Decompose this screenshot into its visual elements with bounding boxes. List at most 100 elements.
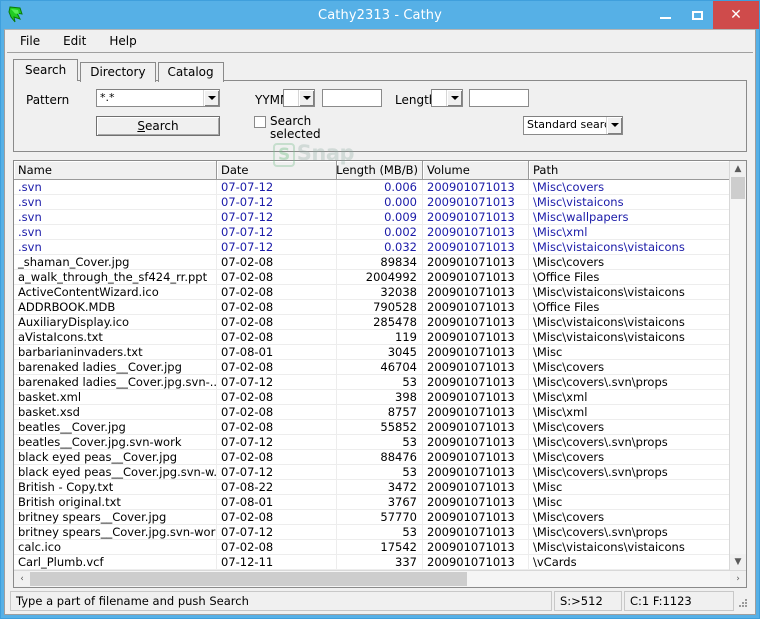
table-row[interactable]: black eyed peas__Cover.jpg.svn-w...07-07…: [14, 465, 729, 480]
table-row[interactable]: .svn07-07-120.002200901071013\Misc\xml: [14, 225, 729, 240]
tab-directory[interactable]: Directory: [80, 62, 155, 82]
cell-date: 07-02-08: [217, 540, 337, 554]
yymmdd-input[interactable]: [322, 89, 382, 107]
cell-name: .svn: [14, 225, 217, 239]
yymmdd-operator-combo[interactable]: [283, 89, 315, 107]
cell-volume: 200901071013: [423, 330, 529, 344]
cell-volume: 200901071013: [423, 435, 529, 449]
scroll-down-icon[interactable]: ▼: [730, 554, 746, 570]
search-selected-checkbox[interactable]: [254, 116, 266, 128]
cell-date: 07-07-12: [217, 465, 337, 479]
cell-volume: 200901071013: [423, 300, 529, 314]
horizontal-scrollbar-track[interactable]: [30, 571, 730, 587]
table-row[interactable]: barenaked ladies__Cover.jpg07-02-0846704…: [14, 360, 729, 375]
column-header-date[interactable]: Date: [217, 161, 337, 179]
cell-name: ActiveContentWizard.ico: [14, 285, 217, 299]
close-button[interactable]: ✕: [713, 1, 759, 29]
length-input[interactable]: [469, 89, 529, 107]
menu-item-help[interactable]: Help: [104, 32, 145, 50]
cell-volume: 200901071013: [423, 225, 529, 239]
chevron-down-icon[interactable]: [298, 90, 314, 106]
table-row[interactable]: black eyed peas__Cover.jpg07-02-08884762…: [14, 450, 729, 465]
cell-name: a_walk_through_the_sf424_rr.ppt: [14, 270, 217, 284]
table-row[interactable]: aVistaIcons.txt07-02-08119200901071013\M…: [14, 330, 729, 345]
table-row[interactable]: .svn07-07-120.000200901071013\Misc\vista…: [14, 195, 729, 210]
table-row[interactable]: britney spears__Cover.jpg07-02-085777020…: [14, 510, 729, 525]
table-row[interactable]: .svn07-07-120.032200901071013\Misc\vista…: [14, 240, 729, 255]
cell-volume: 200901071013: [423, 270, 529, 284]
search-button[interactable]: Search: [96, 116, 220, 136]
cell-date: 07-02-08: [217, 450, 337, 464]
column-header-length[interactable]: Length (MB/B): [337, 161, 423, 179]
results-columns-area: Name Date Length (MB/B) Volume Path .svn…: [14, 161, 729, 570]
cell-length: 53: [337, 525, 423, 539]
cell-path: \vCards: [529, 555, 729, 569]
menu-item-file[interactable]: File: [15, 32, 49, 50]
cell-path: \Misc\covers\.svn\props: [529, 435, 729, 449]
cell-path: \Misc\covers\.svn\props: [529, 375, 729, 389]
maximize-button[interactable]: [681, 1, 713, 29]
column-header-path[interactable]: Path: [529, 161, 729, 179]
horizontal-scrollbar-thumb[interactable]: [30, 572, 467, 586]
leaf-icon: [6, 4, 28, 26]
pattern-combo[interactable]: *.*: [96, 89, 220, 107]
table-row[interactable]: basket.xsd07-02-088757200901071013\Misc\…: [14, 405, 729, 420]
cell-path: \Office Files: [529, 270, 729, 284]
table-row[interactable]: British - Copy.txt07-08-2234722009010710…: [14, 480, 729, 495]
cell-path: \Office Files: [529, 300, 729, 314]
table-row[interactable]: beatles__Cover.jpg.svn-work07-07-1253200…: [14, 435, 729, 450]
chevron-down-icon[interactable]: [606, 117, 622, 134]
vertical-scrollbar-track[interactable]: [730, 177, 746, 554]
table-row[interactable]: .svn07-07-120.006200901071013\Misc\cover…: [14, 180, 729, 195]
resize-grip-icon[interactable]: [734, 591, 750, 611]
table-row[interactable]: _shaman_Cover.jpg07-02-08898342009010710…: [14, 255, 729, 270]
table-row[interactable]: britney spears__Cover.jpg.svn-work07-07-…: [14, 525, 729, 540]
cell-volume: 200901071013: [423, 540, 529, 554]
cell-date: 07-02-08: [217, 270, 337, 284]
table-row[interactable]: basket.xml07-02-08398200901071013\Misc\x…: [14, 390, 729, 405]
cell-path: \Misc\vistaicons\vistaicons: [529, 315, 729, 329]
table-row[interactable]: calc.ico07-02-0817542200901071013\Misc\v…: [14, 540, 729, 555]
table-row[interactable]: beatles__Cover.jpg07-02-0855852200901071…: [14, 420, 729, 435]
table-row[interactable]: Carl_Plumb.vcf07-12-11337200901071013\vC…: [14, 555, 729, 570]
scroll-left-icon[interactable]: ‹: [14, 571, 30, 587]
tab-catalog[interactable]: Catalog: [158, 62, 224, 82]
scroll-right-icon[interactable]: ›: [730, 571, 746, 587]
cell-volume: 200901071013: [423, 345, 529, 359]
table-row[interactable]: ActiveContentWizard.ico07-02-08320382009…: [14, 285, 729, 300]
table-row[interactable]: barenaked ladies__Cover.jpg.svn-...07-07…: [14, 375, 729, 390]
tab-panel: Search Directory Catalog Pattern *.* YYM…: [13, 61, 747, 152]
cell-date: 07-07-12: [217, 375, 337, 389]
vertical-scrollbar-thumb[interactable]: [731, 177, 745, 199]
cell-date: 07-02-08: [217, 420, 337, 434]
cell-date: 07-07-12: [217, 435, 337, 449]
search-selected-checkbox-group[interactable]: Search selected: [254, 115, 321, 141]
chevron-down-icon[interactable]: [203, 90, 219, 106]
cell-length: 398: [337, 390, 423, 404]
search-mode-combo[interactable]: Standard search: [523, 116, 623, 135]
cell-volume: 200901071013: [423, 210, 529, 224]
cell-volume: 200901071013: [423, 420, 529, 434]
cell-date: 07-07-12: [217, 195, 337, 209]
table-row[interactable]: British original.txt07-08-01376720090107…: [14, 495, 729, 510]
minimize-button[interactable]: [649, 1, 681, 29]
menu-item-edit[interactable]: Edit: [58, 32, 95, 50]
cell-volume: 200901071013: [423, 360, 529, 374]
column-header-volume[interactable]: Volume: [423, 161, 529, 179]
table-row[interactable]: barbarianinvaders.txt07-08-0130452009010…: [14, 345, 729, 360]
cell-path: \Misc\covers: [529, 510, 729, 524]
cell-path: \Misc\covers\.svn\props: [529, 525, 729, 539]
cell-length: 8757: [337, 405, 423, 419]
table-row[interactable]: a_walk_through_the_sf424_rr.ppt07-02-08 2…: [14, 270, 729, 285]
table-row[interactable]: AuxiliaryDisplay.ico07-02-08285478200901…: [14, 315, 729, 330]
length-operator-combo[interactable]: [431, 89, 463, 107]
vertical-scrollbar[interactable]: ▲ ▼: [729, 161, 746, 570]
horizontal-scrollbar[interactable]: ‹ ›: [14, 570, 746, 587]
table-row[interactable]: .svn07-07-120.009200901071013\Misc\wallp…: [14, 210, 729, 225]
scroll-up-icon[interactable]: ▲: [730, 161, 746, 177]
tab-search[interactable]: Search: [13, 59, 78, 81]
column-header-name[interactable]: Name: [14, 161, 217, 179]
table-row[interactable]: ADDRBOOK.MDB07-02-08790528200901071013\O…: [14, 300, 729, 315]
cell-name: basket.xsd: [14, 405, 217, 419]
chevron-down-icon[interactable]: [446, 90, 462, 106]
